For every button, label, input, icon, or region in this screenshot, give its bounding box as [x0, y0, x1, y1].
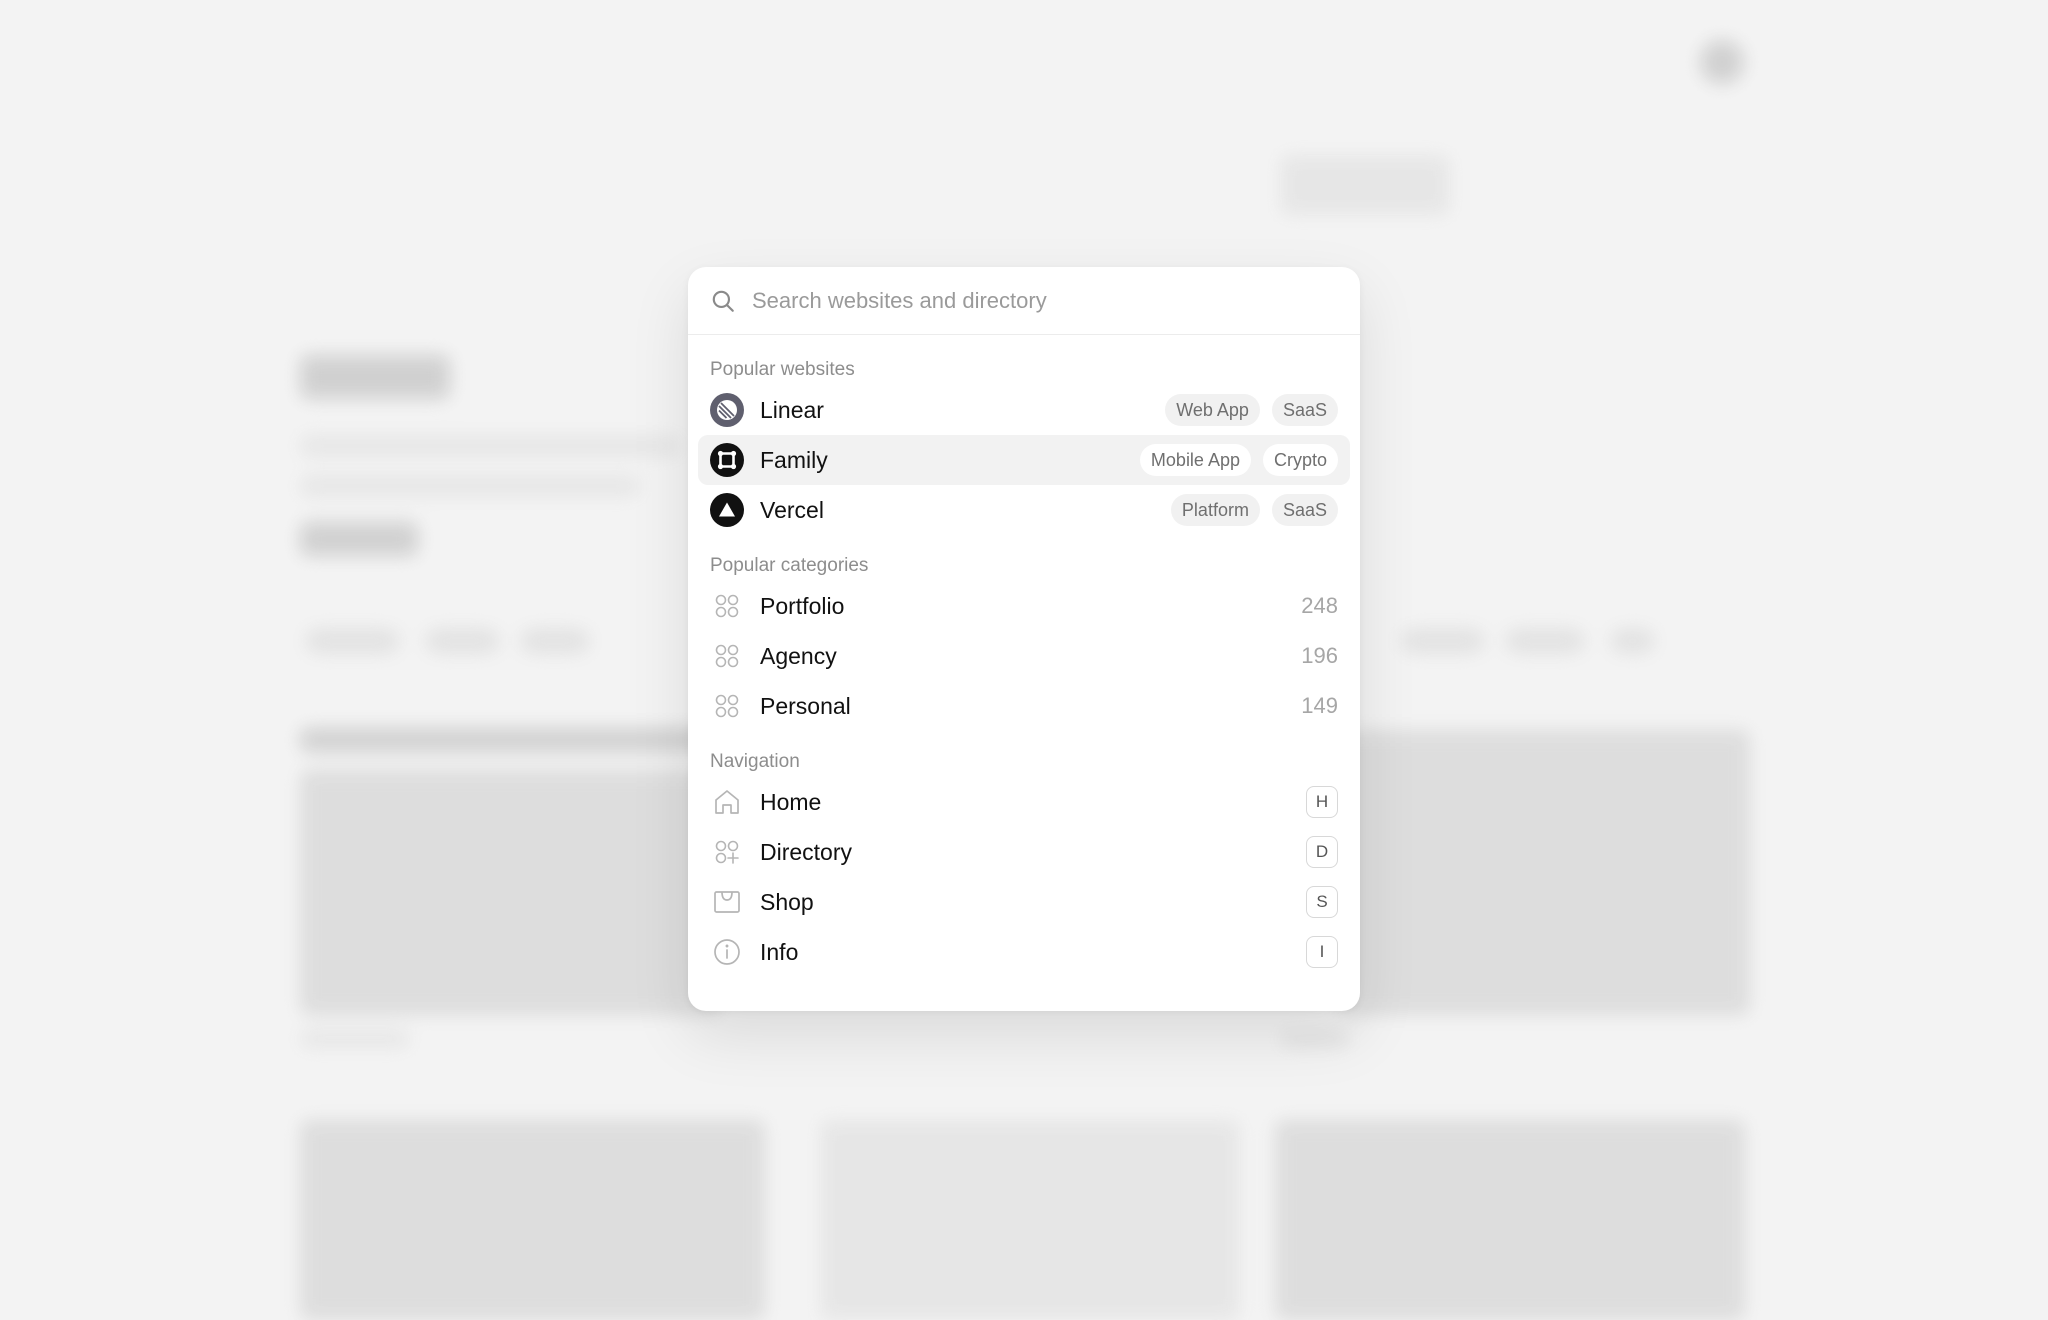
bg-text-line [300, 435, 680, 457]
website-item-linear[interactable]: Linear Web App SaaS [698, 385, 1350, 435]
category-name: Agency [760, 642, 837, 669]
family-logo-icon [710, 443, 744, 477]
shortcut-key: I [1306, 936, 1338, 968]
category-count: 149 [1301, 693, 1338, 718]
category-item-agency[interactable]: Agency 196 [698, 631, 1350, 681]
nav-item-label: Home [760, 788, 822, 815]
website-item-vercel[interactable]: Vercel Platform SaaS [698, 485, 1350, 535]
category-count: 248 [1301, 593, 1338, 618]
bg-text-line [300, 475, 640, 497]
bg-card [1280, 155, 1450, 215]
bg-pill [425, 628, 500, 654]
grid-dots-icon [710, 589, 744, 623]
section-label-categories: Popular categories [710, 555, 869, 576]
bg-pill [1610, 628, 1655, 654]
bg-pill [1505, 628, 1585, 654]
category-count: 196 [1301, 643, 1338, 668]
bg-title-bar [300, 728, 720, 752]
shortcut-key: H [1306, 786, 1338, 818]
website-tag: Mobile App [1139, 444, 1251, 476]
bg-heading [300, 355, 450, 399]
vercel-logo-icon [710, 493, 744, 527]
info-icon [710, 935, 744, 969]
nav-item-label: Shop [760, 888, 814, 915]
nav-item-directory[interactable]: Directory D [698, 827, 1350, 877]
bg-avatar [1700, 40, 1744, 84]
website-name: Vercel [760, 496, 824, 523]
nav-item-label: Info [760, 938, 799, 965]
bg-pill [1400, 628, 1485, 654]
category-name: Portfolio [760, 592, 845, 619]
website-tag: Web App [1165, 394, 1260, 426]
bg-pill [305, 628, 400, 654]
website-tag: Platform [1170, 494, 1260, 526]
grid-dots-icon [710, 639, 744, 673]
bg-thumbnail [300, 1120, 765, 1320]
bg-thumbnail [820, 1120, 1240, 1320]
website-tag: SaaS [1271, 394, 1338, 426]
category-item-portfolio[interactable]: Portfolio 248 [698, 581, 1350, 631]
directory-icon [710, 835, 744, 869]
category-item-personal[interactable]: Personal 149 [698, 681, 1350, 731]
bg-thumbnail [1340, 730, 1750, 1015]
website-name: Family [760, 446, 828, 473]
shop-icon [710, 885, 744, 919]
bg-pill [520, 628, 590, 654]
nav-item-label: Directory [760, 838, 853, 865]
command-palette: Popular websites Linear Web App SaaS [688, 267, 1360, 1011]
website-tag: Crypto [1262, 444, 1338, 476]
home-icon [710, 785, 744, 819]
nav-item-shop[interactable]: Shop S [698, 877, 1350, 927]
website-name: Linear [760, 396, 824, 423]
section-label-websites: Popular websites [710, 359, 855, 380]
shortcut-key: D [1306, 836, 1338, 868]
nav-item-info[interactable]: Info I [698, 927, 1350, 977]
website-item-family[interactable]: Family Mobile App Crypto [698, 435, 1350, 485]
search-icon [712, 290, 734, 312]
bg-caption [1280, 1030, 1350, 1048]
category-name: Personal [760, 692, 851, 719]
website-tag: SaaS [1271, 494, 1338, 526]
bg-button [300, 522, 418, 556]
bg-thumbnail [1275, 1120, 1745, 1320]
search-bar [688, 267, 1360, 335]
bg-caption [300, 1030, 410, 1048]
shortcut-key: S [1306, 886, 1338, 918]
search-input[interactable] [750, 286, 1314, 315]
grid-dots-icon [710, 689, 744, 723]
section-label-navigation: Navigation [710, 751, 800, 772]
nav-item-home[interactable]: Home H [698, 777, 1350, 827]
bg-thumbnail [300, 770, 720, 1015]
linear-logo-icon [710, 393, 744, 427]
